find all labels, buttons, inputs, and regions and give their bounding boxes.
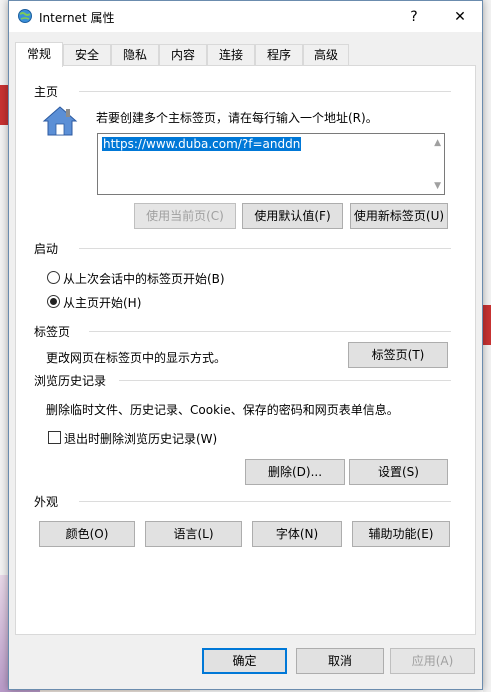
tabs-section-divider: [89, 331, 451, 332]
scroll-down-icon[interactable]: ▼: [434, 181, 441, 191]
tab-content[interactable]: 内容: [159, 44, 207, 65]
apply-button[interactable]: 应用(A): [390, 648, 475, 674]
home-instruction: 若要创建多个主标签页，请在每行输入一个地址(R)。: [96, 111, 378, 125]
home-section-label: 主页: [34, 85, 59, 99]
close-button[interactable]: ✕: [445, 5, 475, 29]
tab-programs[interactable]: 程序: [255, 44, 303, 65]
home-section-divider: [79, 91, 451, 92]
background-banner-left: [0, 85, 8, 125]
background-banner-right: [483, 305, 491, 345]
tab-connections[interactable]: 连接: [207, 44, 255, 65]
help-button[interactable]: ?: [399, 5, 429, 29]
colors-button[interactable]: 颜色(O): [39, 521, 135, 547]
home-url-textarea[interactable]: https://www.duba.com/?f=anddn ▲ ▼: [97, 133, 445, 195]
appearance-section-label: 外观: [34, 495, 59, 509]
startup-last-session-label[interactable]: 从上次会话中的标签页开始(B): [63, 270, 225, 287]
cancel-button[interactable]: 取消: [296, 648, 384, 674]
startup-section-label: 启动: [34, 242, 59, 256]
fonts-button[interactable]: 字体(N): [252, 521, 342, 547]
use-default-button[interactable]: 使用默认值(F): [242, 203, 343, 229]
home-url-text: https://www.duba.com/?f=anddn: [102, 137, 302, 151]
languages-button[interactable]: 语言(L): [145, 521, 242, 547]
home-house-icon: [42, 106, 78, 136]
delete-on-exit-label[interactable]: 退出时删除浏览历史记录(W): [64, 430, 217, 447]
background-window-right: [483, 0, 491, 692]
tab-advanced[interactable]: 高级: [303, 44, 349, 65]
window-title: Internet 属性: [39, 11, 115, 25]
startup-last-session-radio[interactable]: [47, 271, 60, 284]
title-bar: Internet 属性 ? ✕: [9, 1, 482, 32]
delete-history-button[interactable]: 删除(D)...: [245, 459, 345, 485]
ok-button[interactable]: 确定: [202, 648, 287, 674]
history-section-divider: [119, 380, 451, 381]
delete-on-exit-checkbox[interactable]: [48, 431, 61, 444]
scroll-up-icon[interactable]: ▲: [434, 138, 441, 148]
tab-security[interactable]: 安全: [63, 44, 111, 65]
internet-options-dialog: Internet 属性 ? ✕ 常规 安全 隐私 内容 连接 程序 高级 主页 …: [8, 0, 483, 690]
tabs-section-label: 标签页: [34, 325, 71, 339]
startup-section-divider: [79, 248, 451, 249]
history-section-label: 浏览历史记录: [34, 374, 107, 388]
history-settings-button[interactable]: 设置(S): [349, 459, 448, 485]
tab-privacy[interactable]: 隐私: [111, 44, 159, 65]
tab-general[interactable]: 常规: [15, 42, 63, 67]
startup-home-radio[interactable]: [47, 295, 60, 308]
appearance-section-divider: [79, 501, 451, 502]
internet-globe-icon: [18, 9, 32, 23]
history-description: 删除临时文件、历史记录、Cookie、保存的密码和网页表单信息。: [46, 403, 399, 417]
tabs-description: 更改网页在标签页中的显示方式。: [46, 351, 227, 365]
use-new-tab-button[interactable]: 使用新标签页(U): [350, 203, 448, 229]
startup-home-label[interactable]: 从主页开始(H): [63, 294, 141, 311]
tabs-settings-button[interactable]: 标签页(T): [348, 342, 448, 368]
use-current-button[interactable]: 使用当前页(C): [134, 203, 236, 229]
accessibility-button[interactable]: 辅助功能(E): [352, 521, 450, 547]
